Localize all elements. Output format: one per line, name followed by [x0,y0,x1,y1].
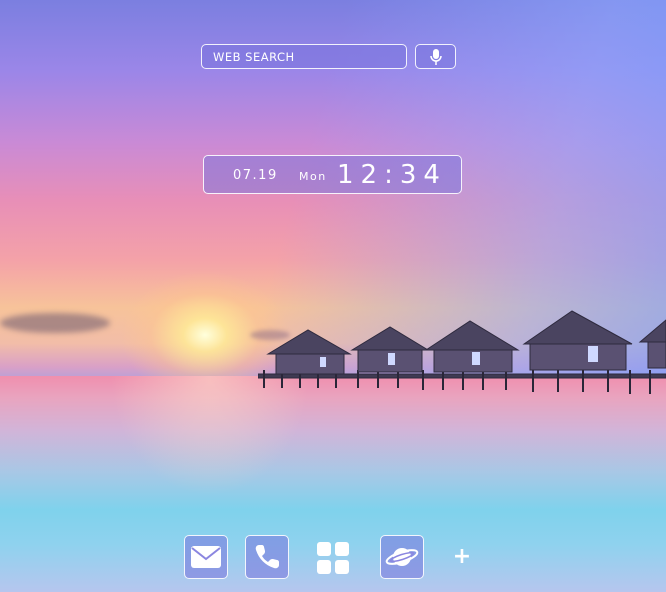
planet-icon [385,548,419,566]
phone-app-button[interactable] [245,535,289,579]
web-search-bar[interactable]: WEB SEARCH [201,44,407,69]
voice-search-button[interactable] [415,44,456,69]
clock-day: Mon [299,170,327,183]
mail-app-button[interactable] [184,535,228,579]
clock-widget[interactable]: 07.19 Mon 12:34 [203,155,462,194]
wallpaper-villas [258,310,666,394]
wallpaper-cloud [0,313,110,333]
app-grid-icon [317,542,349,574]
home-screen: WEB SEARCH 07.19 Mon 12:34 + [0,0,666,592]
mail-icon [191,546,221,568]
app-drawer-button[interactable] [316,541,350,575]
phone-icon [255,545,279,569]
clock-time: 12:34 [337,160,447,190]
add-shortcut-button[interactable]: + [451,546,473,568]
browser-app-button[interactable] [380,535,424,579]
microphone-icon [429,48,442,65]
clock-date: 07.19 [233,168,278,183]
search-label: WEB SEARCH [213,49,295,64]
